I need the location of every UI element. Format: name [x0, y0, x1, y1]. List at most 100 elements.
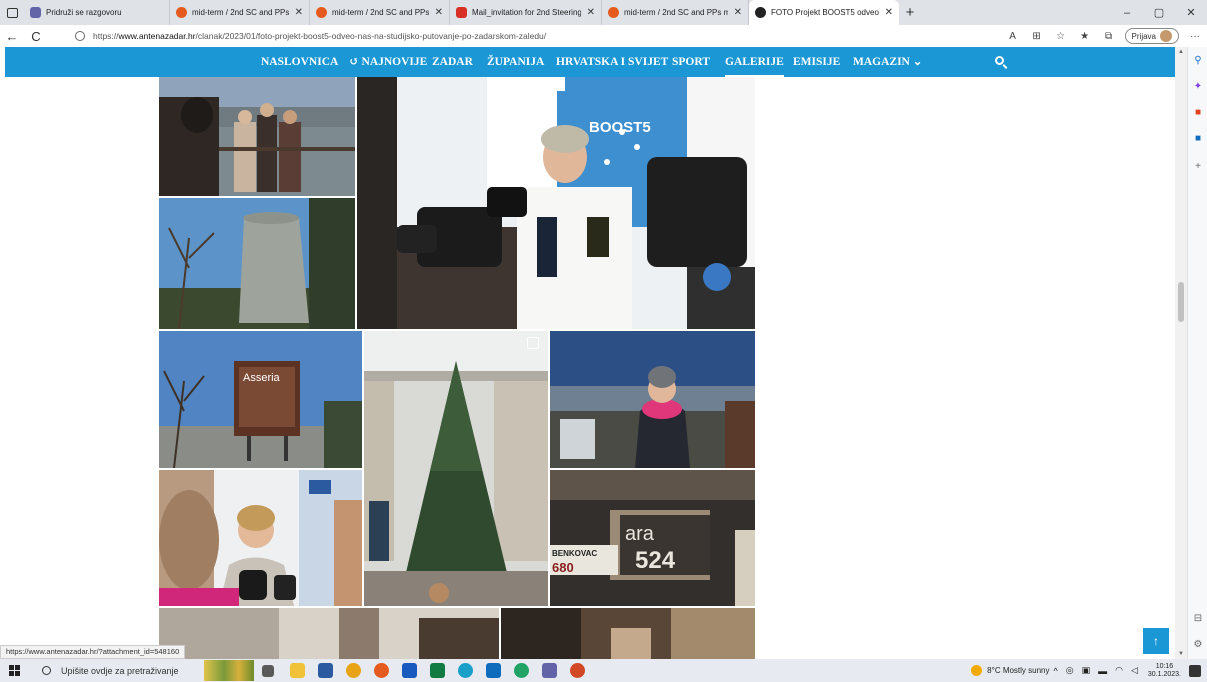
nav-najnovije[interactable]: ↺ NAJNOVIJE: [349, 47, 427, 77]
close-tab-icon[interactable]: ✕: [295, 7, 303, 18]
tab-midterm-3[interactable]: mid-term / 2nd SC and PPs mee ✕: [602, 0, 749, 25]
sidebar-layout-icon[interactable]: ⊟: [1188, 613, 1207, 624]
powerpoint-icon[interactable]: [570, 663, 585, 678]
excel-icon[interactable]: [430, 663, 445, 678]
search-icon[interactable]: [995, 56, 1004, 65]
chevron-up-icon[interactable]: ^: [1054, 666, 1058, 676]
edge-sidebar: ⚲ ✦ ■ ■ + ⊟ ⚙: [1187, 47, 1207, 659]
favorites-icon[interactable]: ★: [1073, 31, 1097, 42]
photo-woman-pink-scarf[interactable]: [550, 331, 755, 468]
app-green-icon[interactable]: [514, 663, 529, 678]
tab-foto-projekt-active[interactable]: FOTO Projekt BOOST5 odveo na ✕: [749, 0, 899, 25]
photo-license-plates[interactable]: ara 524 BENKOVAC 680: [550, 470, 755, 606]
windows-icon: [8, 665, 20, 676]
collections-icon[interactable]: ⧉: [1097, 31, 1121, 42]
firefox-icon: [608, 7, 619, 18]
file-explorer-icon[interactable]: [290, 663, 305, 678]
photo-boost5-interview[interactable]: BOOST5: [357, 77, 755, 329]
tab-mail-invitation[interactable]: Mail_invitation for 2nd Steering ✕: [450, 0, 602, 25]
firefox-icon: [176, 7, 187, 18]
teams-icon[interactable]: [542, 663, 557, 678]
reader-view-icon[interactable]: ⊞: [1025, 31, 1049, 42]
url-domain: www.antenazadar.hr: [118, 31, 196, 41]
outlook-icon[interactable]: ■: [1188, 133, 1207, 144]
volume-icon[interactable]: ◁: [1131, 665, 1138, 676]
photo-woman-interview[interactable]: [159, 470, 362, 606]
minimize-button[interactable]: –: [1111, 0, 1143, 25]
tray-app-icon[interactable]: ◎: [1066, 665, 1074, 676]
nav-naslovnica[interactable]: NASLOVNICA: [261, 47, 338, 77]
nav-hrvatska-i-svijet[interactable]: HRVATSKA I SVIJET: [556, 47, 668, 77]
close-window-button[interactable]: ✕: [1175, 0, 1207, 25]
task-view-icon[interactable]: [262, 665, 274, 677]
address-bar: ← C https://www.antenazadar.hr/clanak/20…: [0, 25, 1207, 47]
photo-lake-group[interactable]: [159, 77, 355, 196]
scroll-to-top-button[interactable]: ↑: [1143, 628, 1169, 654]
more-menu-icon[interactable]: ···: [1183, 31, 1207, 42]
taskbar-clock[interactable]: 10:16 30.1.2023.: [1148, 663, 1181, 679]
favorite-star-icon[interactable]: ☆: [1049, 31, 1073, 42]
back-button[interactable]: ←: [0, 29, 24, 44]
url-field[interactable]: https://www.antenazadar.hr/clanak/2023/0…: [75, 27, 965, 45]
word-icon[interactable]: [402, 663, 417, 678]
nav-zupanija[interactable]: ŽUPANIJA: [487, 47, 544, 77]
reload-button[interactable]: C: [24, 29, 48, 44]
photo-bottom-left[interactable]: [159, 608, 499, 659]
close-tab-icon[interactable]: ✕: [587, 7, 595, 18]
photo-bottle-tree[interactable]: [364, 331, 548, 606]
sidebar-settings-icon[interactable]: ⚙: [1188, 639, 1207, 650]
tab-midterm-2[interactable]: mid-term / 2nd SC and PPs mee ✕: [310, 0, 450, 25]
photo-stone-tower[interactable]: [159, 198, 355, 329]
nav-emisije[interactable]: EMISIJE: [793, 47, 840, 77]
battery-icon[interactable]: ▬: [1098, 666, 1107, 676]
firefox-icon: [316, 7, 327, 18]
search-highlight-image[interactable]: [204, 660, 254, 681]
tab-midterm-1[interactable]: mid-term / 2nd SC and PPs mee ✕: [170, 0, 310, 25]
nav-galerije[interactable]: GALERIJE: [725, 47, 784, 77]
site-icon: [755, 7, 766, 18]
search-sidebar-icon[interactable]: ⚲: [1188, 55, 1207, 66]
chrome-icon[interactable]: [346, 663, 361, 678]
read-aloud-icon[interactable]: A: [1001, 31, 1025, 42]
office-icon[interactable]: ■: [1188, 107, 1207, 118]
history-icon: ↺: [349, 56, 362, 68]
nav-zadar[interactable]: ZADAR: [432, 47, 473, 77]
tab-actions-button[interactable]: [0, 0, 24, 25]
expand-photo-icon[interactable]: [527, 337, 539, 349]
close-tab-icon[interactable]: ✕: [885, 7, 893, 18]
add-sidebar-icon[interactable]: +: [1188, 161, 1207, 172]
tab-actions-icon: [6, 7, 18, 18]
scroll-down-icon[interactable]: ▼: [1178, 651, 1184, 657]
firefox-icon[interactable]: [374, 663, 389, 678]
close-tab-icon[interactable]: ✕: [435, 7, 443, 18]
scroll-up-icon[interactable]: ▲: [1178, 49, 1184, 55]
tab-teams[interactable]: Pridruži se razgovoru: [24, 0, 170, 25]
tab-label: Pridruži se razgovoru: [46, 8, 122, 17]
weather-sun-icon[interactable]: [971, 665, 983, 676]
store-icon[interactable]: [318, 663, 333, 678]
url-prefix: https://: [93, 31, 119, 41]
photo-asseria-sign[interactable]: Asseria: [159, 331, 362, 468]
copilot-icon[interactable]: ✦: [1188, 81, 1207, 92]
wifi-icon[interactable]: ◠: [1115, 665, 1123, 676]
outlook-icon[interactable]: [486, 663, 501, 678]
edge-icon[interactable]: [458, 663, 473, 678]
notifications-icon[interactable]: [1189, 664, 1201, 677]
close-tab-icon[interactable]: ✕: [734, 7, 742, 18]
site-info-icon[interactable]: [75, 31, 85, 41]
taskbar-search-box[interactable]: Upišite ovdje za pretraživanje: [34, 661, 202, 680]
nav-magazin[interactable]: MAGAZIN ⌄: [853, 47, 922, 77]
new-tab-button[interactable]: +: [899, 4, 921, 21]
page-scrollbar[interactable]: ▲ ▼: [1175, 47, 1187, 659]
weather-text[interactable]: 8°C Mostly sunny: [987, 666, 1049, 675]
photo-bottom-right[interactable]: [501, 608, 755, 659]
tray-display-icon[interactable]: ▣: [1082, 665, 1091, 676]
maximize-button[interactable]: ▢: [1143, 0, 1175, 25]
scrollbar-thumb[interactable]: [1178, 282, 1184, 322]
profile-signin-button[interactable]: Prijava: [1124, 28, 1179, 44]
address-tools: A ⊞ ☆ ★ ⧉ Prijava ···: [1001, 25, 1207, 47]
start-button[interactable]: [0, 659, 28, 682]
tab-label: mid-term / 2nd SC and PPs mee: [192, 8, 289, 17]
nav-sport[interactable]: SPORT: [672, 47, 710, 77]
photo-woman-pink-scarf-image: [550, 331, 755, 468]
